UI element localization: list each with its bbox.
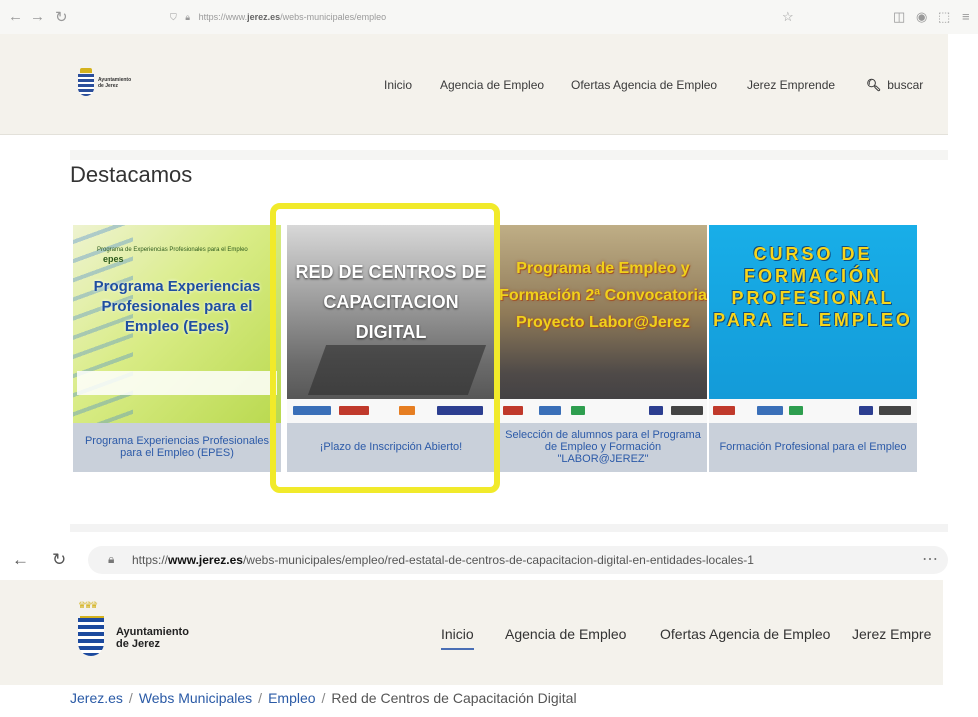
breadcrumb-jerez[interactable]: Jerez.es [70, 690, 123, 706]
lock-icon: 🔒︎ [108, 552, 115, 566]
card-caption[interactable]: Programa Experiencias Profesionales para… [77, 425, 277, 469]
forward-arrow-icon[interactable]: → [30, 8, 45, 25]
card-image-tag: epes [103, 254, 124, 264]
breadcrumb-separator: / [128, 690, 133, 706]
card-image-title: Programa Experiencias Profesionales para… [93, 278, 261, 335]
breadcrumb-webs-municipales[interactable]: Webs Municipales [139, 690, 252, 706]
nav-jerez-emprende[interactable]: Jerez Empre [852, 626, 931, 642]
url-path: /webs-municipales/empleo [280, 12, 387, 22]
logo-text-1: Ayuntamiento [116, 626, 189, 638]
pocket-icon[interactable]: ◫ [893, 9, 905, 25]
address-bar[interactable]: 🔒︎ https://www.jerez.es/webs-municipales… [88, 546, 948, 574]
url-domain: www.jerez.es [168, 553, 243, 567]
crown-icon [78, 600, 104, 618]
card-image: CURSO DE FORMACIÓN PROFESIONAL PARA EL E… [709, 225, 917, 423]
shield-logo-icon [78, 74, 94, 96]
address-bar[interactable]: ⛉ 🔒︎ https://www.jerez.es/webs-municipal… [170, 7, 700, 27]
card-image: Programa de Experiencias Profesionales p… [73, 225, 281, 423]
crown-icon [80, 68, 92, 73]
back-arrow-icon[interactable]: ← [8, 8, 23, 25]
nav-inicio[interactable]: Inicio [441, 626, 474, 650]
nav-ofertas[interactable]: Ofertas Agencia de Empleo [660, 626, 830, 642]
search-icon: 🔍︎ [866, 78, 882, 92]
nav-agencia-empleo[interactable]: Agencia de Empleo [505, 626, 626, 642]
shield-logo-icon [78, 618, 104, 656]
bookmark-star-icon[interactable]: ☆ [782, 9, 794, 25]
card-image: Programa de Empleo y Formación 2ª Convoc… [499, 225, 707, 423]
nav-inicio[interactable]: Inicio [384, 78, 412, 92]
breadcrumb-separator: / [258, 690, 263, 706]
divider [70, 524, 948, 532]
card-caption[interactable]: Selección de alumnos para el Programa de… [503, 425, 703, 469]
search-label: buscar [887, 78, 924, 92]
section-heading: Destacamos [70, 162, 193, 187]
breadcrumb: Jerez.es / Webs Municipales / Empleo / Red de … [70, 690, 577, 706]
breadcrumb-empleo[interactable]: Empleo [268, 690, 315, 706]
back-arrow-icon[interactable]: ← [12, 550, 29, 570]
card-image-subtitle: Programa de Experiencias Profesionales p… [97, 247, 248, 253]
sponsor-logos [709, 399, 917, 423]
menu-icon[interactable]: ≡ [962, 9, 970, 24]
shield-icon: ⛉ [170, 12, 177, 22]
url-domain: jerez.es [247, 12, 281, 22]
card-labor-jerez[interactable]: Programa de Empleo y Formación 2ª Convoc… [499, 225, 707, 472]
card-formacion-profesional[interactable]: CURSO DE FORMACIÓN PROFESIONAL PARA EL E… [709, 225, 917, 472]
logo-text-2: de Jerez [98, 83, 119, 89]
divider [70, 150, 948, 160]
reload-icon[interactable]: ↻ [52, 550, 66, 570]
logo[interactable]: Ayuntamientode Jerez [78, 68, 140, 100]
extensions-icon[interactable]: ⬚ [938, 9, 950, 25]
card-image-title: Programa de Empleo y Formación 2ª Convoc… [499, 260, 707, 331]
more-options-icon[interactable]: ⋯ [922, 549, 938, 569]
nav-jerez-emprende[interactable]: Jerez Emprende [747, 78, 835, 92]
sponsor-logos [77, 371, 277, 395]
url-path: /webs-municipales/empleo/red-estatal-de-… [242, 553, 754, 567]
highlight-annotation [270, 203, 500, 493]
logo-text-2: de Jerez [116, 638, 161, 650]
lock-icon: 🔒︎ [185, 12, 191, 22]
account-icon[interactable]: ◉ [916, 9, 927, 25]
card-epes[interactable]: Programa de Experiencias Profesionales p… [73, 225, 281, 472]
breadcrumb-separator: / [321, 690, 326, 706]
url-prefix: https://www. [198, 12, 248, 22]
nav-agencia-empleo[interactable]: Agencia de Empleo [440, 78, 544, 92]
search-button[interactable]: 🔍︎ buscar [866, 78, 923, 92]
nav-ofertas[interactable]: Ofertas Agencia de Empleo [571, 78, 717, 92]
breadcrumb-current: Red de Centros de Capacitación Digital [331, 690, 577, 706]
sponsor-logos [499, 399, 707, 423]
card-caption[interactable]: Formación Profesional para el Empleo [713, 425, 913, 469]
reload-icon[interactable]: ↻ [55, 8, 68, 26]
url-prefix: https:// [132, 553, 169, 567]
card-image-title: CURSO DE FORMACIÓN PROFESIONAL PARA EL E… [713, 244, 913, 330]
logo[interactable]: Ayuntamientode Jerez [78, 600, 218, 666]
